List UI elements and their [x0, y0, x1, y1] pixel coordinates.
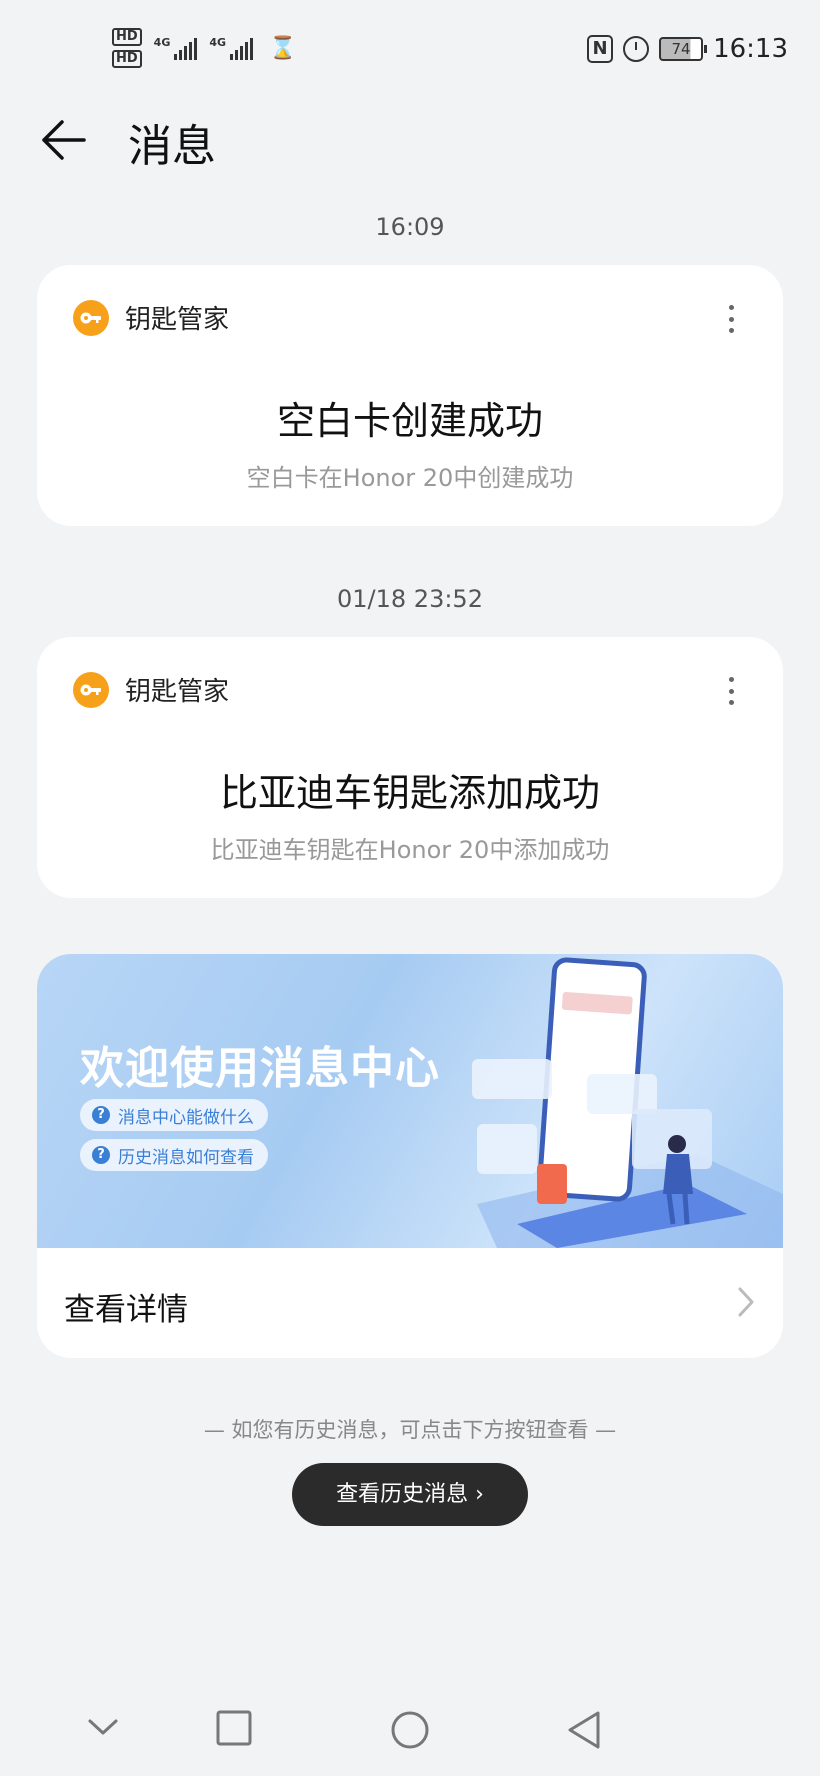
hourglass-icon: ⌛ [269, 35, 297, 61]
nfc-icon: N [587, 35, 614, 63]
message-title: 比亚迪车钥匙添加成功 [219, 771, 600, 815]
banner-title: 欢迎使用消息中心 [80, 1043, 440, 1094]
pill-label: 消息中心能做什么 [118, 1107, 254, 1128]
view-details-label: 查看详情 [64, 1292, 188, 1328]
network-type-1: 4G [153, 36, 171, 49]
view-history-button[interactable]: 查看历史消息 › [292, 1463, 528, 1526]
pill-how-view-history[interactable]: ? 历史消息如何查看 [80, 1139, 268, 1171]
page-title: 消息 [128, 121, 216, 172]
question-icon: ? [92, 1146, 110, 1164]
home-circle-icon[interactable] [390, 1710, 430, 1750]
chevron-down-icon[interactable] [86, 1710, 120, 1744]
message-card-2[interactable]: 钥匙管家 比亚迪车钥匙添加成功 比亚迪车钥匙在Honor 20中添加成功 [37, 637, 783, 898]
status-right: N 74 16:13 [587, 34, 788, 64]
system-nav-bar [0, 1700, 820, 1776]
status-left: HD HD 4G 4G ⌛ [112, 28, 296, 68]
message-subtitle: 空白卡在Honor 20中创建成功 [246, 464, 574, 492]
hd-indicators: HD HD [112, 28, 142, 68]
hd-badge-1: HD [112, 28, 142, 46]
alarm-icon [623, 36, 650, 62]
app-name: 钥匙管家 [125, 677, 230, 707]
back-triangle-icon[interactable] [566, 1710, 602, 1750]
card-app-header: 钥匙管家 [73, 671, 229, 708]
back-arrow-icon[interactable] [40, 118, 88, 162]
welcome-banner-card: 欢迎使用消息中心 ? 消息中心能做什么 ? 历史消息如何查看 查看详情 [37, 954, 783, 1358]
chevron-right-icon [738, 1287, 754, 1317]
pill-what-can-do[interactable]: ? 消息中心能做什么 [80, 1099, 268, 1131]
status-time: 16:13 [713, 34, 788, 64]
more-options-icon[interactable] [727, 305, 735, 333]
message-title: 空白卡创建成功 [276, 399, 543, 443]
pill-label: 历史消息如何查看 [118, 1147, 254, 1168]
question-icon: ? [92, 1106, 110, 1124]
message-timestamp-2: 01/18 23:52 [337, 585, 483, 613]
banner-illustration [472, 957, 783, 1248]
signal-icon-1: 4G [154, 36, 198, 60]
battery-icon: 74 [659, 37, 708, 61]
key-icon [73, 299, 109, 336]
card-app-header: 钥匙管家 [73, 299, 229, 336]
recents-square-icon[interactable] [216, 1710, 252, 1746]
signal-icon-2: 4G [209, 36, 254, 60]
history-hint-text: — 如您有历史消息，可点击下方按钮查看 — [203, 1418, 617, 1442]
app-name: 钥匙管家 [125, 305, 230, 335]
message-subtitle: 比亚迪车钥匙在Honor 20中添加成功 [210, 836, 610, 864]
message-timestamp-1: 16:09 [375, 213, 445, 241]
status-bar: HD HD 4G 4G ⌛ N 74 16:13 [0, 0, 820, 100]
welcome-banner[interactable]: 欢迎使用消息中心 ? 消息中心能做什么 ? 历史消息如何查看 [37, 954, 783, 1248]
app-header: 消息 [0, 100, 820, 180]
hd-badge-2: HD [112, 50, 142, 68]
key-icon [73, 671, 109, 708]
network-type-2: 4G [209, 36, 227, 49]
message-card-1[interactable]: 钥匙管家 空白卡创建成功 空白卡在Honor 20中创建成功 [37, 265, 783, 526]
view-details-row[interactable]: 查看详情 [37, 1248, 783, 1358]
more-options-icon[interactable] [727, 677, 735, 705]
